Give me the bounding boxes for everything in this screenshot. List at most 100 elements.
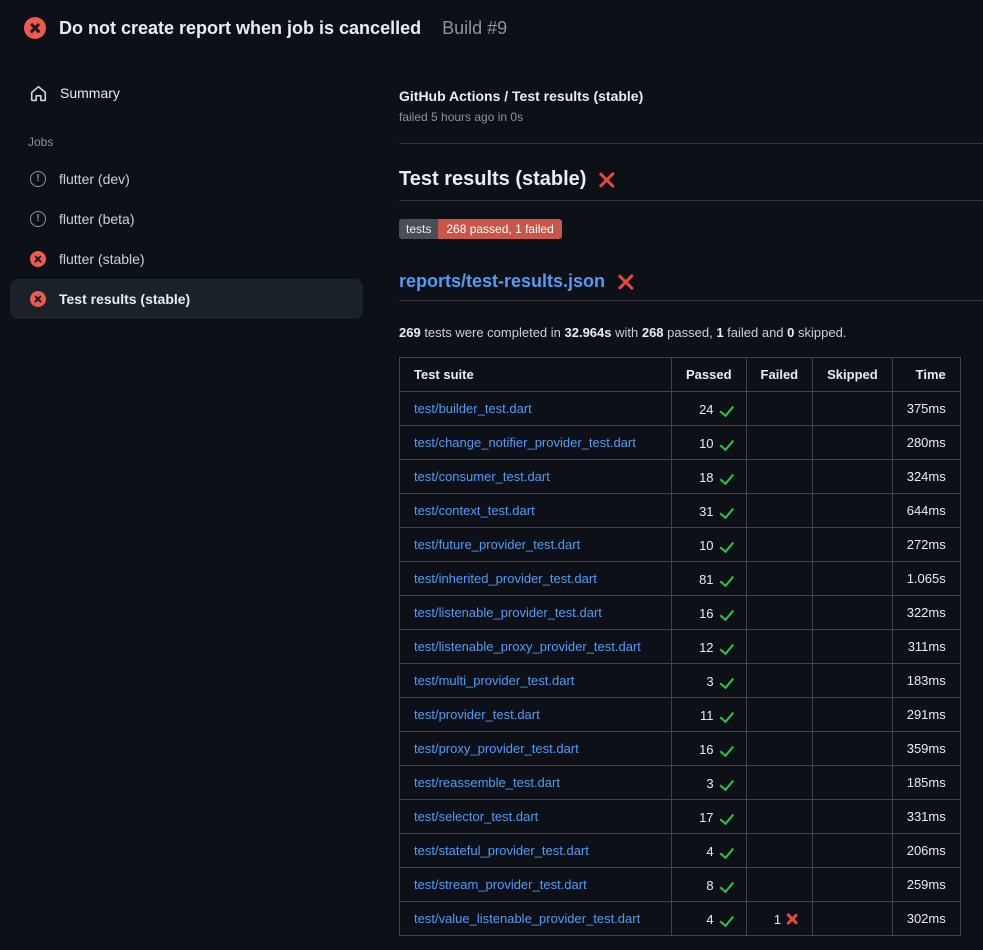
passed-count: 18 [699, 470, 713, 485]
sidebar-job-item-1[interactable]: flutter (dev) [10, 159, 363, 199]
suite-cell: test/selector_test.dart [400, 800, 672, 834]
suite-link[interactable]: test/stateful_provider_test.dart [414, 843, 589, 858]
passed-count: 31 [699, 504, 713, 519]
skipped-cell [813, 834, 893, 868]
divider [399, 143, 983, 144]
sidebar-job-item-2[interactable]: flutter (beta) [10, 199, 363, 239]
suite-link[interactable]: test/selector_test.dart [414, 809, 538, 824]
passed-cell: 3 [672, 766, 747, 800]
suite-cell: test/value_listenable_provider_test.dart [400, 902, 672, 936]
sidebar-job-item-4[interactable]: Test results (stable) [10, 279, 363, 319]
suite-link[interactable]: test/value_listenable_provider_test.dart [414, 911, 640, 926]
failed-cell [746, 562, 813, 596]
table-row: test/listenable_provider_test.dart 16 322m… [400, 596, 961, 630]
job-label: flutter (dev) [59, 171, 130, 187]
passed-count: 16 [699, 606, 713, 621]
suite-cell: test/stream_provider_test.dart [400, 868, 672, 902]
col-failed: Failed [746, 358, 813, 392]
suite-link[interactable]: test/proxy_provider_test.dart [414, 741, 579, 756]
col-test-suite: Test suite [400, 358, 672, 392]
table-row: test/provider_test.dart 11 291ms [400, 698, 961, 732]
time-cell: 280ms [892, 426, 960, 460]
suite-link[interactable]: test/consumer_test.dart [414, 469, 550, 484]
passed-count: 16 [699, 742, 713, 757]
check-icon [719, 607, 732, 620]
sidebar-job-item-3[interactable]: flutter (stable) [10, 239, 363, 279]
suite-link[interactable]: test/stream_provider_test.dart [414, 877, 587, 892]
skipped-cell [813, 664, 893, 698]
check-icon [719, 573, 732, 586]
check-icon [719, 471, 732, 484]
status-line: failed 5 hours ago in 0s [399, 110, 983, 124]
suite-link[interactable]: test/future_provider_test.dart [414, 537, 580, 552]
passed-cell: 3 [672, 664, 747, 698]
tests-badge-label: tests [399, 219, 438, 239]
job-label: flutter (beta) [59, 211, 134, 227]
section-title-text: Test results (stable) [399, 168, 586, 191]
passed-cell: 8 [672, 868, 747, 902]
sidebar-item-summary[interactable]: Summary [10, 80, 363, 106]
failed-x-icon [598, 171, 615, 188]
time-cell: 324ms [892, 460, 960, 494]
run-header: Do not create report when job is cancell… [0, 0, 983, 56]
table-row: test/selector_test.dart17331ms [400, 800, 961, 834]
run-build-number: Build #9 [442, 18, 507, 39]
failed-count: 1 [774, 912, 781, 927]
suite-cell: test/multi_provider_test.dart [400, 664, 672, 698]
check-icon [719, 403, 732, 416]
suite-link[interactable]: test/builder_test.dart [414, 401, 532, 416]
failed-cell [746, 392, 813, 426]
check-icon [719, 505, 732, 518]
report-link[interactable]: reports/test-results.json [399, 271, 605, 292]
table-row: test/listenable_proxy_provider_test.dart… [400, 630, 961, 664]
check-icon [719, 879, 732, 892]
table-row: test/stream_provider_test.dart 8 259ms [400, 868, 961, 902]
check-icon [719, 641, 732, 654]
skipped-cell [813, 562, 893, 596]
failed-cell [746, 528, 813, 562]
suite-link[interactable]: test/change_notifier_provider_test.dart [414, 435, 636, 450]
suite-cell: test/stateful_provider_test.dart [400, 834, 672, 868]
passed-count: 4 [706, 912, 713, 927]
run-title: Do not create report when job is cancell… [59, 18, 421, 39]
table-row: test/reassemble_test.dart3185ms [400, 766, 961, 800]
time-cell: 291ms [892, 698, 960, 732]
time-cell: 322ms [892, 596, 960, 630]
table-header-row: Test suite Passed Failed Skipped Time [400, 358, 961, 392]
suite-link[interactable]: test/listenable_provider_test.dart [414, 605, 602, 620]
suite-link[interactable]: test/reassemble_test.dart [414, 775, 560, 790]
failed-cell [746, 460, 813, 494]
suite-link[interactable]: test/provider_test.dart [414, 707, 540, 722]
jobs-list: flutter (dev) flutter (beta) flutter (stab… [10, 159, 363, 319]
suite-cell: test/proxy_provider_test.dart [400, 732, 672, 766]
suite-link[interactable]: test/context_test.dart [414, 503, 535, 518]
passed-cell: 81 [672, 562, 747, 596]
suite-link[interactable]: test/inherited_provider_test.dart [414, 571, 597, 586]
table-row: test/stateful_provider_test.dart4206ms [400, 834, 961, 868]
suite-link[interactable]: test/listenable_proxy_provider_test.dart [414, 639, 641, 654]
skipped-cell [813, 494, 893, 528]
skipped-cell [813, 698, 893, 732]
table-row: test/future_provider_test.dart10272ms [400, 528, 961, 562]
x-circle-icon [30, 291, 46, 307]
breadcrumb: GitHub Actions / Test results (stable) [399, 88, 983, 104]
table-row: test/multi_provider_test.dart3183ms [400, 664, 961, 698]
passed-count: 81 [699, 572, 713, 587]
skipped-cell [813, 902, 893, 936]
run-failed-status-icon [24, 17, 46, 39]
passed-count: 10 [699, 538, 713, 553]
table-row: test/context_test.dart31644ms [400, 494, 961, 528]
suite-cell: test/inherited_provider_test.dart [400, 562, 672, 596]
passed-count: 8 [706, 878, 713, 893]
tests-badge[interactable]: tests 268 passed, 1 failed [399, 219, 562, 239]
passed-cell: 17 [672, 800, 747, 834]
suite-link[interactable]: test/multi_provider_test.dart [414, 673, 574, 688]
home-icon [30, 85, 47, 102]
passed-count: 3 [706, 776, 713, 791]
passed-count: 11 [700, 708, 714, 723]
suite-cell: test/listenable_proxy_provider_test.dart [400, 630, 672, 664]
passed-cell: 4 [672, 834, 747, 868]
passed-count: 3 [706, 674, 713, 689]
time-cell: 259ms [892, 868, 960, 902]
failed-cell [746, 732, 813, 766]
